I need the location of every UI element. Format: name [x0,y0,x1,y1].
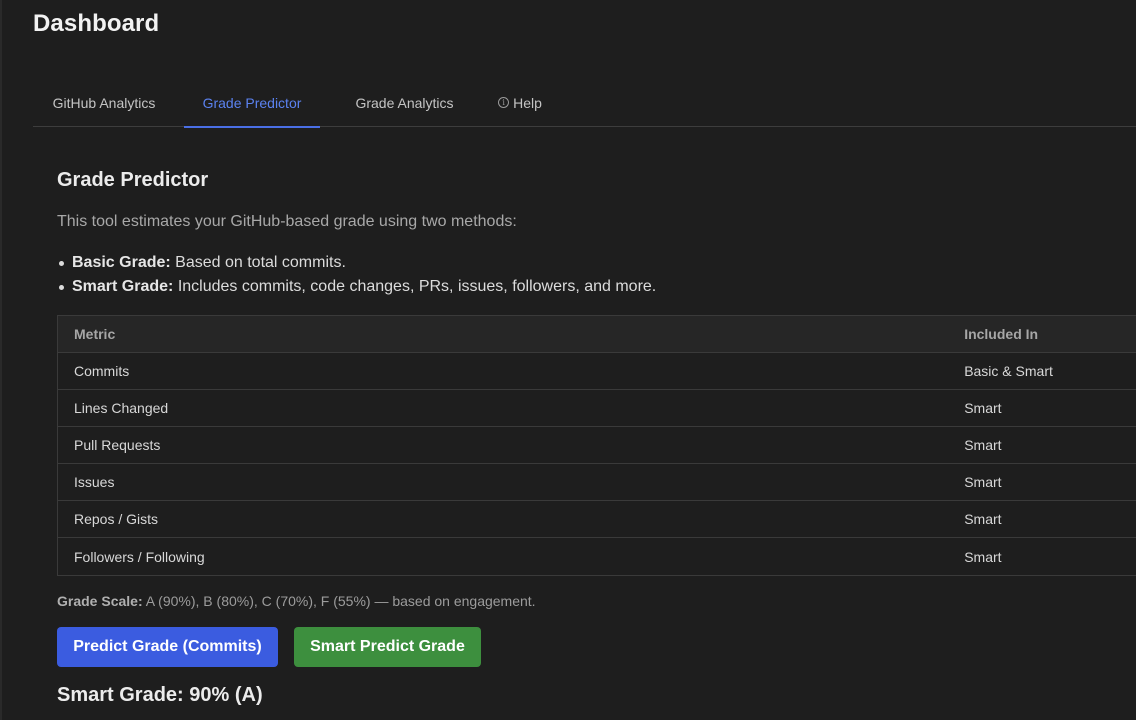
list-item: Basic Grade: Based on total commits. [57,253,656,277]
table-header: Metric Included In [58,316,1136,353]
tab-github-analytics[interactable]: GitHub Analytics [33,78,175,127]
bullet-term: Basic Grade: [72,254,171,271]
cell-metric: Commits [74,363,130,379]
section-title: Grade Predictor [57,169,209,191]
dashboard-app: Dashboard GitHub Analytics Grade Predict… [0,0,1136,720]
cell-metric: Issues [74,474,115,490]
metrics-table: Metric Included In Commits Basic & Smart… [57,315,1136,576]
table-row: Repos / Gists Smart [58,501,1136,538]
table-row: Commits Basic & Smart [58,353,1136,390]
tab-label: Grade Analytics [355,94,454,111]
bullet-text: Based on total commits. [170,254,346,271]
cell-included: Smart [964,437,1002,453]
page-title: Dashboard [33,10,160,37]
info-circle-icon: i [498,97,510,108]
left-border [0,0,2,720]
tab-grade-predictor[interactable]: Grade Predictor [184,78,320,128]
cell-included: Smart [964,548,1002,565]
tab-label: Grade Predictor [202,94,302,111]
table-row: Pull Requests Smart [58,427,1136,464]
intro-text: This tool estimates your GitHub-based gr… [57,213,517,230]
grade-scale-note: Grade Scale: A (90%), B (80%), C (70%), … [57,593,536,609]
smart-predict-grade-button[interactable]: Smart Predict Grade [294,627,481,667]
table-row: Lines Changed Smart [58,390,1136,427]
tab-grade-analytics[interactable]: Grade Analytics [337,78,472,127]
cell-metric: Repos / Gists [74,511,159,527]
cell-included: Smart [964,400,1002,416]
cell-included: Smart [964,474,1002,490]
column-header-metric: Metric [74,326,116,342]
bullet-text: Includes commits, code changes, PRs, iss… [173,278,657,295]
method-list: Basic Grade: Based on total commits. Sma… [57,253,656,301]
cell-metric: Followers / Following [74,548,205,565]
column-header-included: Included In [964,326,1039,342]
grade-scale-label: Grade Scale: [57,593,143,609]
smart-grade-result: Smart Grade: 90% (A) [57,684,263,706]
list-item: Smart Grade: Includes commits, code chan… [57,277,656,301]
table-row: Followers / Following Smart [58,538,1136,575]
predict-grade-button[interactable]: Predict Grade (Commits) [57,627,278,667]
cell-included: Smart [964,511,1002,527]
tab-help[interactable]: i Help [489,78,551,127]
table-row: Issues Smart [58,464,1136,501]
tab-bar: GitHub Analytics Grade Predictor Grade A… [33,78,1136,128]
cell-metric: Pull Requests [74,437,161,453]
bullet-term: Smart Grade: [72,278,174,295]
tab-label: GitHub Analytics [52,94,156,111]
cell-metric: Lines Changed [74,400,169,416]
grade-scale-text: A (90%), B (80%), C (70%), F (55%) — bas… [142,593,536,609]
cell-included: Basic & Smart [964,363,1053,379]
tab-label: Help [513,94,542,111]
